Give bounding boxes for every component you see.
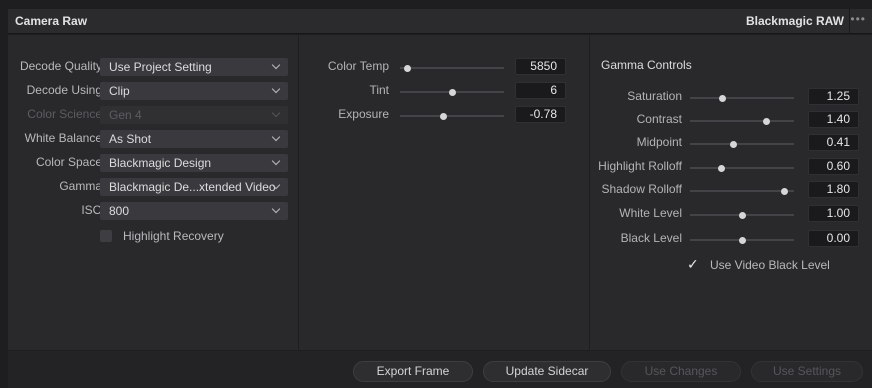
color-space-label: Color Space — [35, 155, 102, 169]
shadow-rolloff-value[interactable]: 1.80 — [808, 181, 859, 198]
highlight-recovery-checkbox[interactable] — [100, 230, 112, 242]
exposure-value[interactable]: -0.78 — [515, 106, 566, 123]
decode-using-dropdown[interactable]: Clip — [100, 82, 288, 100]
white-level-value[interactable]: 1.00 — [808, 205, 859, 222]
use-changes-button: Use Changes — [621, 361, 741, 382]
slider-handle[interactable] — [729, 141, 737, 148]
black-level-label: Black Level — [620, 231, 682, 245]
saturation-value[interactable]: 1.25 — [808, 88, 859, 105]
gamma-dropdown[interactable]: Blackmagic De...xtended Video — [100, 178, 288, 196]
white-balance-value: As Shot — [109, 132, 152, 146]
white-level-label: White Level — [619, 206, 682, 220]
chevron-down-icon — [271, 108, 281, 118]
decode-quality-label: Decode Quality — [19, 59, 102, 73]
white-level-slider[interactable] — [690, 212, 794, 219]
highlight-rolloff-value[interactable]: 0.60 — [808, 158, 859, 175]
use-settings-button: Use Settings — [751, 361, 863, 382]
color-temp-slider[interactable] — [400, 65, 504, 72]
ellipsis-icon[interactable]: ••• — [850, 12, 866, 26]
panel-title: Camera Raw — [15, 14, 88, 28]
white-balance-dropdown[interactable]: As Shot — [100, 130, 288, 148]
color-science-value: Gen 4 — [109, 108, 142, 122]
white-balance-label: White Balance — [24, 131, 102, 145]
format-label: Blackmagic RAW — [745, 14, 844, 28]
midpoint-label: Midpoint — [636, 135, 682, 149]
highlight-rolloff-label: Highlight Rolloff — [598, 159, 682, 173]
slider-handle[interactable] — [739, 237, 746, 244]
saturation-label: Saturation — [627, 89, 682, 103]
slider-handle[interactable] — [439, 113, 447, 120]
color-science-dropdown: Gen 4 — [100, 106, 288, 124]
midpoint-slider[interactable] — [690, 141, 794, 148]
footer-bar: Export Frame Update Sidecar Use Changes … — [8, 351, 872, 388]
color-science-label: Color Science — [27, 107, 102, 121]
midpoint-value[interactable]: 0.41 — [808, 134, 859, 151]
color-temp-label: Color Temp — [327, 59, 389, 73]
slider-handle[interactable] — [718, 165, 726, 172]
decode-using-value: Clip — [109, 84, 130, 98]
gamma-controls-title: Gamma Controls — [601, 58, 692, 72]
gamma-value: Blackmagic De...xtended Video — [109, 180, 276, 194]
highlight-recovery-label: Highlight Recovery — [123, 229, 224, 243]
export-frame-button[interactable]: Export Frame — [353, 361, 473, 382]
black-level-slider[interactable] — [690, 237, 794, 244]
highlight-rolloff-slider[interactable] — [690, 165, 794, 172]
update-sidecar-button[interactable]: Update Sidecar — [483, 361, 611, 382]
gamma-controls-panel: Gamma Controls Saturation 1.25 Contrast … — [590, 35, 872, 350]
tint-label: Tint — [369, 83, 389, 97]
shadow-rolloff-label: Shadow Rolloff — [601, 182, 683, 196]
color-space-value: Blackmagic Design — [109, 156, 212, 170]
tint-slider[interactable] — [400, 89, 504, 96]
chevron-down-icon — [271, 156, 281, 166]
black-level-value[interactable]: 0.00 — [808, 230, 859, 247]
slider-handle[interactable] — [739, 212, 746, 219]
slider-handle[interactable] — [780, 188, 788, 195]
decode-settings-panel: Decode Quality Use Project Setting Decod… — [8, 35, 298, 350]
white-balance-panel: Color Temp 5850 Tint 6 Exposure -0.78 — [299, 35, 589, 350]
color-temp-value[interactable]: 5850 — [515, 58, 566, 75]
checkmark-icon[interactable]: ✓ — [687, 256, 699, 273]
saturation-slider[interactable] — [690, 95, 794, 102]
color-space-dropdown[interactable]: Blackmagic Design — [100, 154, 288, 172]
slider-handle[interactable] — [719, 95, 727, 102]
panel-header: Camera Raw Blackmagic RAW ••• — [8, 9, 872, 34]
iso-dropdown[interactable]: 800 — [100, 202, 288, 220]
exposure-label: Exposure — [338, 107, 389, 121]
decode-using-label: Decode Using — [26, 83, 102, 97]
exposure-slider[interactable] — [400, 113, 504, 120]
slider-handle[interactable] — [449, 89, 456, 96]
chevron-down-icon — [271, 132, 281, 142]
contrast-slider[interactable] — [690, 118, 794, 125]
chevron-down-icon — [271, 84, 281, 94]
slider-handle[interactable] — [762, 118, 770, 125]
chevron-down-icon — [271, 204, 281, 214]
use-video-black-level-label: Use Video Black Level — [710, 258, 830, 272]
iso-value: 800 — [109, 204, 130, 218]
contrast-value[interactable]: 1.40 — [808, 111, 859, 128]
tint-value[interactable]: 6 — [515, 82, 566, 99]
decode-quality-dropdown[interactable]: Use Project Setting — [100, 58, 288, 76]
contrast-label: Contrast — [636, 112, 682, 126]
slider-handle[interactable] — [404, 65, 412, 72]
gamma-label: Gamma — [59, 179, 102, 193]
shadow-rolloff-slider[interactable] — [690, 188, 794, 195]
decode-quality-value: Use Project Setting — [109, 60, 212, 74]
iso-label: ISO — [81, 203, 102, 217]
chevron-down-icon — [271, 60, 281, 70]
